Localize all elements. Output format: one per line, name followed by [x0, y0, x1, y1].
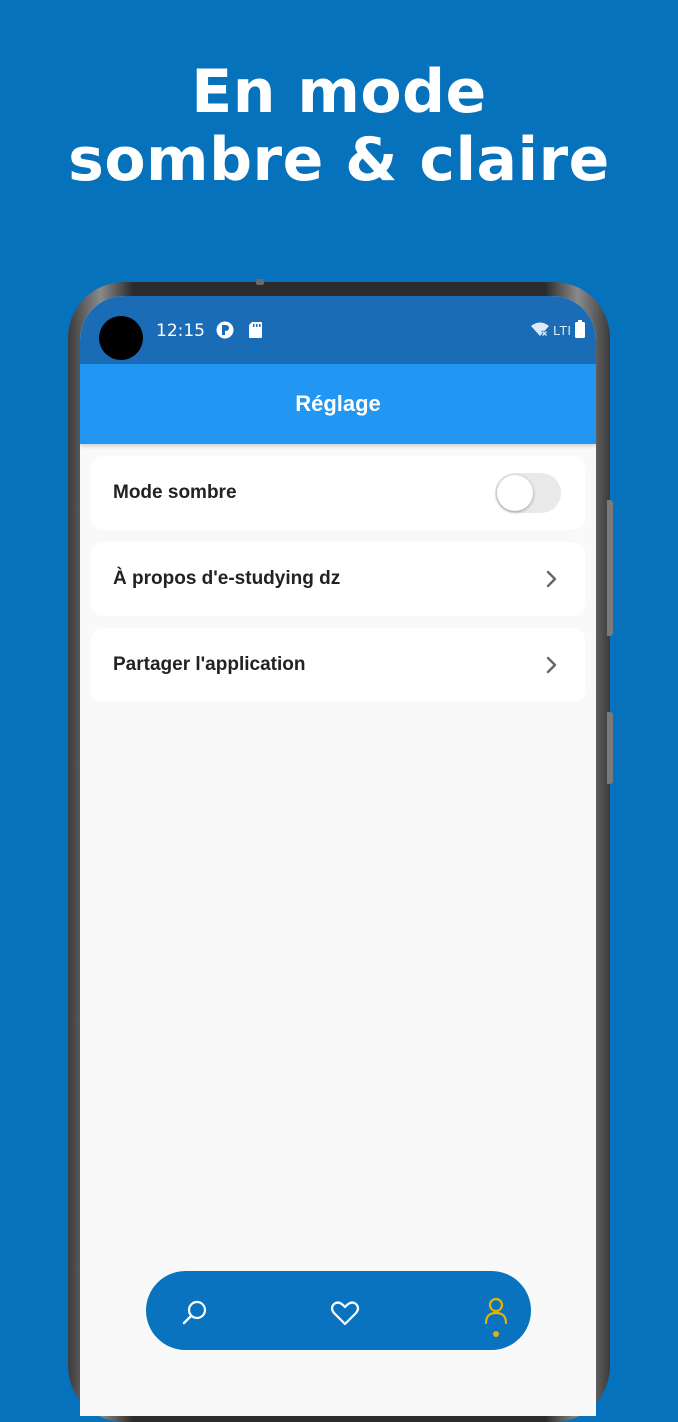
- active-indicator-dot: [493, 1331, 499, 1337]
- heart-icon: [330, 1301, 360, 1326]
- phone-power-button: [607, 712, 613, 784]
- setting-about-label: À propos d'e-studying dz: [113, 568, 341, 589]
- setting-share-app[interactable]: Partager l'application: [91, 628, 585, 702]
- dark-mode-toggle[interactable]: [495, 473, 561, 513]
- setting-share-label: Partager l'application: [113, 654, 306, 675]
- promo-title-line-2: sombre & claire: [68, 125, 610, 195]
- wifi-off-icon: [530, 321, 550, 340]
- chevron-right-icon: [546, 570, 557, 588]
- battery-icon: [574, 320, 586, 341]
- promo-title: En mode sombre & claire: [0, 58, 678, 194]
- toggle-knob: [497, 475, 533, 511]
- setting-about[interactable]: À propos d'e-studying dz: [91, 542, 585, 616]
- profile-icon: [484, 1297, 508, 1325]
- status-right: LTI: [530, 320, 586, 341]
- app-bar: Réglage: [80, 364, 596, 444]
- search-icon: [182, 1300, 207, 1325]
- front-camera: [99, 316, 143, 360]
- nav-search[interactable]: [179, 1297, 211, 1329]
- status-bar: 12:15 LTI: [80, 296, 596, 364]
- phone-top-button: [256, 279, 264, 285]
- app-notification-icon: [216, 321, 234, 344]
- network-label: LTI: [553, 323, 571, 338]
- setting-dark-mode[interactable]: Mode sombre: [91, 456, 585, 530]
- sd-card-icon: [248, 321, 263, 344]
- nav-favorites[interactable]: [329, 1297, 361, 1329]
- nav-profile[interactable]: [480, 1295, 512, 1327]
- phone-screen: 12:15 LTI Réglage Mode sombre À propos d…: [80, 296, 596, 1416]
- phone-volume-button: [607, 500, 613, 636]
- promo-title-line-1: En mode: [191, 57, 487, 127]
- setting-dark-mode-label: Mode sombre: [113, 482, 237, 503]
- bottom-navigation: [146, 1271, 531, 1350]
- page-title: Réglage: [295, 391, 381, 416]
- chevron-right-icon: [546, 656, 557, 674]
- status-time: 12:15: [156, 321, 205, 341]
